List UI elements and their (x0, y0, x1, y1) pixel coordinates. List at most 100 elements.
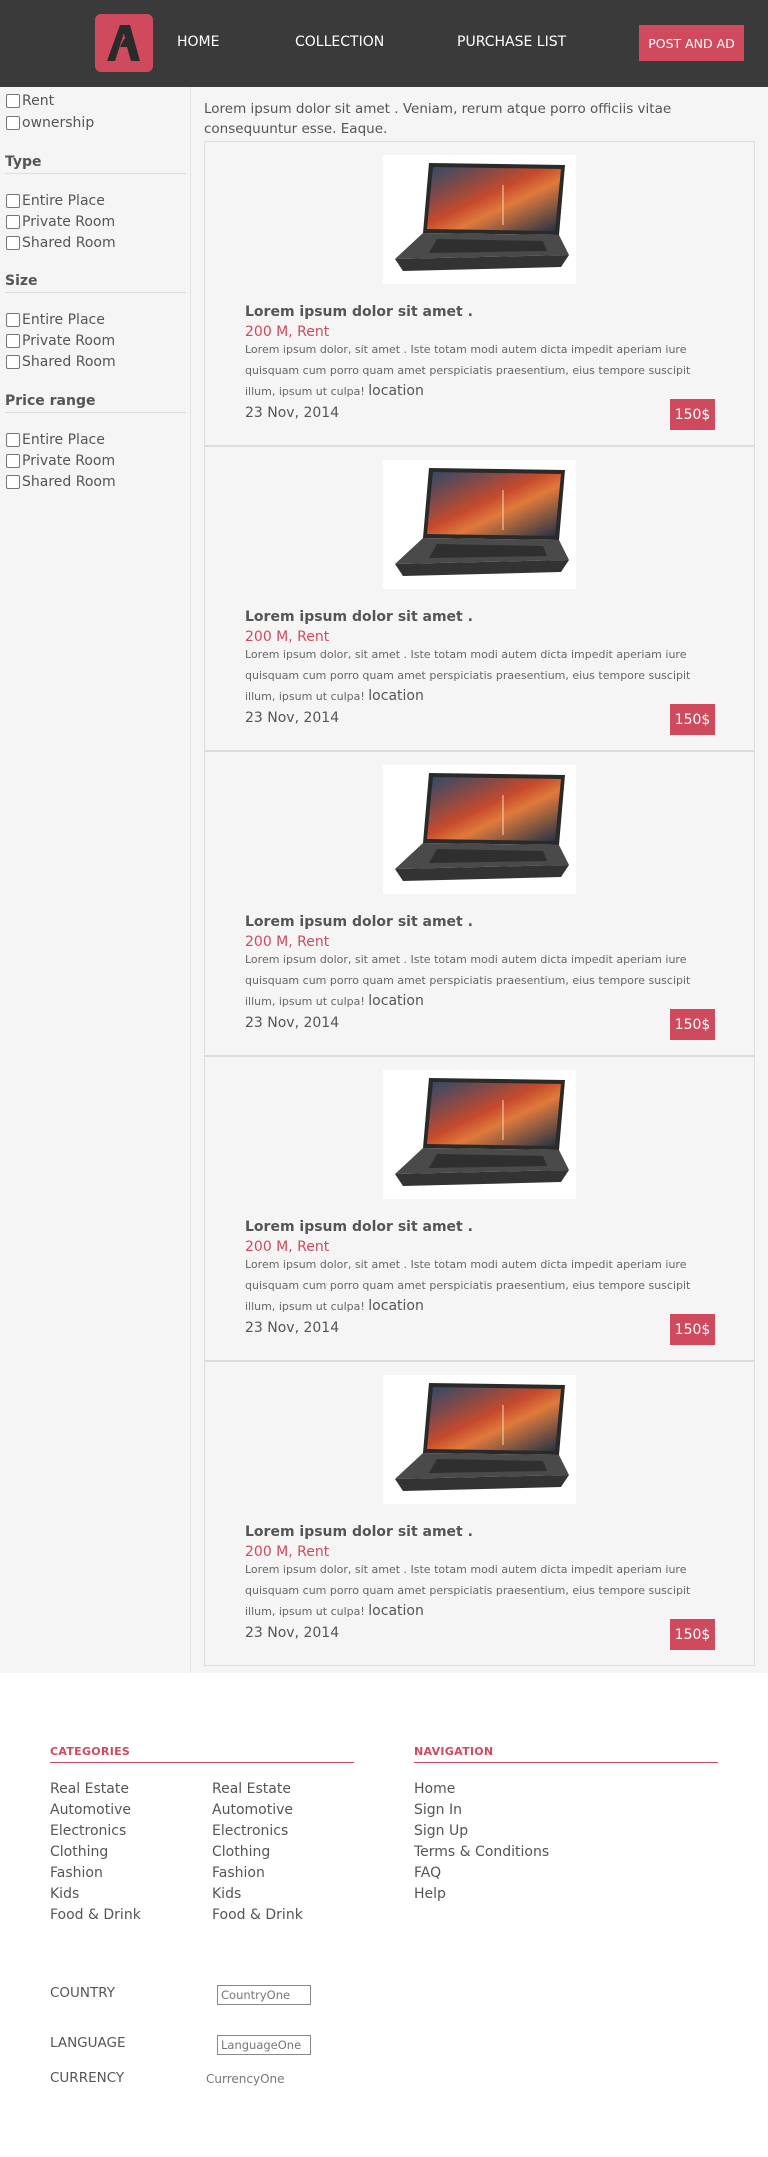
category-link[interactable]: Kids (50, 1886, 79, 1902)
price-button[interactable]: 150$ (670, 1619, 715, 1650)
filter-label: Shared Room (22, 474, 116, 490)
filter-rent[interactable]: Rent (6, 92, 54, 110)
listing-location: location (368, 383, 424, 399)
filter-group-title: Price range (5, 393, 96, 409)
category-link[interactable]: Electronics (212, 1823, 288, 1839)
category-link[interactable]: Automotive (212, 1802, 293, 1818)
footer-nav-link[interactable]: FAQ (414, 1865, 441, 1881)
category-link[interactable]: Electronics (50, 1823, 126, 1839)
nav-home[interactable]: HOME (177, 34, 219, 50)
listing-description: Lorem ipsum dolor, sit amet . Iste totam… (245, 949, 715, 1012)
country-select[interactable]: CountryOne (217, 1985, 311, 2005)
currency-label: CURRENCY (50, 2070, 125, 2086)
filter-option[interactable]: Entire Place (6, 311, 105, 329)
listing-description: Lorem ipsum dolor, sit amet . Iste totam… (245, 644, 715, 707)
divider (5, 292, 186, 293)
post-ad-button[interactable]: POST AND AD (639, 25, 744, 61)
checkbox[interactable] (6, 215, 20, 229)
category-link[interactable]: Kids (212, 1886, 241, 1902)
navigation-heading: NAVIGATION (414, 1745, 494, 1758)
price-button[interactable]: 150$ (670, 399, 715, 430)
listing-image[interactable] (383, 460, 576, 589)
filter-option[interactable]: Shared Room (6, 473, 116, 491)
footer-nav-link[interactable]: Terms & Conditions (414, 1844, 549, 1860)
checkbox[interactable] (6, 475, 20, 489)
filter-label: Shared Room (22, 354, 116, 370)
listing-title[interactable]: Lorem ipsum dolor sit amet . (245, 1524, 473, 1540)
checkbox[interactable] (6, 194, 20, 208)
nav-collection[interactable]: COLLECTION (295, 34, 384, 50)
currency-select[interactable]: CurrencyOne (206, 2072, 285, 2086)
listing-subtitle: 200 M, Rent (245, 324, 330, 340)
footer-nav-link[interactable]: Sign In (414, 1802, 462, 1818)
listing-card[interactable]: Lorem ipsum dolor sit amet . 200 M, Rent L… (204, 141, 755, 446)
listing-image[interactable] (383, 155, 576, 284)
filter-label: Private Room (22, 214, 116, 230)
filter-option[interactable]: Private Room (6, 332, 115, 350)
filter-option[interactable]: Shared Room (6, 234, 116, 252)
category-link[interactable]: Real Estate (212, 1781, 291, 1797)
main-content: Rent ownership Type Entire Place Private… (0, 87, 768, 1673)
listing-card[interactable]: Lorem ipsum dolor sit amet . 200 M, Rent L… (204, 1361, 755, 1666)
checkbox[interactable] (6, 313, 20, 327)
checkbox[interactable] (6, 236, 20, 250)
category-link[interactable]: Real Estate (50, 1781, 129, 1797)
language-select[interactable]: LanguageOne (217, 2035, 311, 2055)
divider (5, 412, 186, 413)
nav-purchase-list[interactable]: PURCHASE LIST (457, 34, 566, 50)
footer-nav-link[interactable]: Home (414, 1781, 455, 1797)
category-link[interactable]: Food & Drink (212, 1907, 303, 1923)
laptop-photo-icon (395, 163, 569, 271)
listing-card[interactable]: Lorem ipsum dolor sit amet . 200 M, Rent L… (204, 1056, 755, 1361)
listing-date: 23 Nov, 2014 (245, 405, 340, 421)
footer-nav-link[interactable]: Help (414, 1886, 446, 1902)
listing-title[interactable]: Lorem ipsum dolor sit amet . (245, 304, 473, 320)
logo[interactable] (95, 14, 153, 72)
listing-title[interactable]: Lorem ipsum dolor sit amet . (245, 1219, 473, 1235)
listing-card[interactable]: Lorem ipsum dolor sit amet . 200 M, Rent L… (204, 751, 755, 1056)
listing-date: 23 Nov, 2014 (245, 1015, 340, 1031)
category-link[interactable]: Fashion (50, 1865, 103, 1881)
footer: CATEGORIES NAVIGATION Real Estate Automot… (0, 1673, 768, 2157)
checkbox[interactable] (6, 454, 20, 468)
listing-image[interactable] (383, 765, 576, 894)
filter-label: Private Room (22, 333, 116, 349)
divider (5, 173, 186, 174)
intro-text: Lorem ipsum dolor sit amet . Veniam, rer… (204, 101, 672, 137)
category-link[interactable]: Fashion (212, 1865, 265, 1881)
checkbox[interactable] (6, 116, 20, 130)
category-link[interactable]: Clothing (50, 1844, 108, 1860)
checkbox[interactable] (6, 334, 20, 348)
filter-option[interactable]: Entire Place (6, 431, 105, 449)
laptop-photo-icon (395, 1078, 569, 1186)
logo-a-icon (107, 25, 140, 61)
listing-location: location (368, 993, 424, 1009)
listing-location: location (368, 688, 424, 704)
listing-image[interactable] (383, 1375, 576, 1504)
footer-nav-link[interactable]: Sign Up (414, 1823, 468, 1839)
filter-option[interactable]: Private Room (6, 452, 115, 470)
listing-title[interactable]: Lorem ipsum dolor sit amet . (245, 609, 473, 625)
category-link[interactable]: Automotive (50, 1802, 131, 1818)
filter-label: Entire Place (22, 312, 105, 328)
listing-image[interactable] (383, 1070, 576, 1199)
top-navbar: HOME COLLECTION PURCHASE LIST POST AND A… (0, 0, 768, 87)
filter-option[interactable]: Private Room (6, 213, 115, 231)
categories-heading: CATEGORIES (50, 1745, 131, 1758)
listing-card[interactable]: Lorem ipsum dolor sit amet . 200 M, Rent L… (204, 446, 755, 751)
category-link[interactable]: Food & Drink (50, 1907, 141, 1923)
divider (50, 1762, 354, 1763)
filter-option[interactable]: Shared Room (6, 353, 116, 371)
price-button[interactable]: 150$ (670, 1314, 715, 1345)
price-button[interactable]: 150$ (670, 704, 715, 735)
price-button[interactable]: 150$ (670, 1009, 715, 1040)
listing-subtitle: 200 M, Rent (245, 1544, 330, 1560)
checkbox[interactable] (6, 94, 20, 108)
filter-option[interactable]: Entire Place (6, 192, 105, 210)
listing-title[interactable]: Lorem ipsum dolor sit amet . (245, 914, 473, 930)
checkbox[interactable] (6, 433, 20, 447)
checkbox[interactable] (6, 355, 20, 369)
category-link[interactable]: Clothing (212, 1844, 270, 1860)
listing-location: location (368, 1603, 424, 1619)
filter-ownership[interactable]: ownership (6, 114, 94, 132)
